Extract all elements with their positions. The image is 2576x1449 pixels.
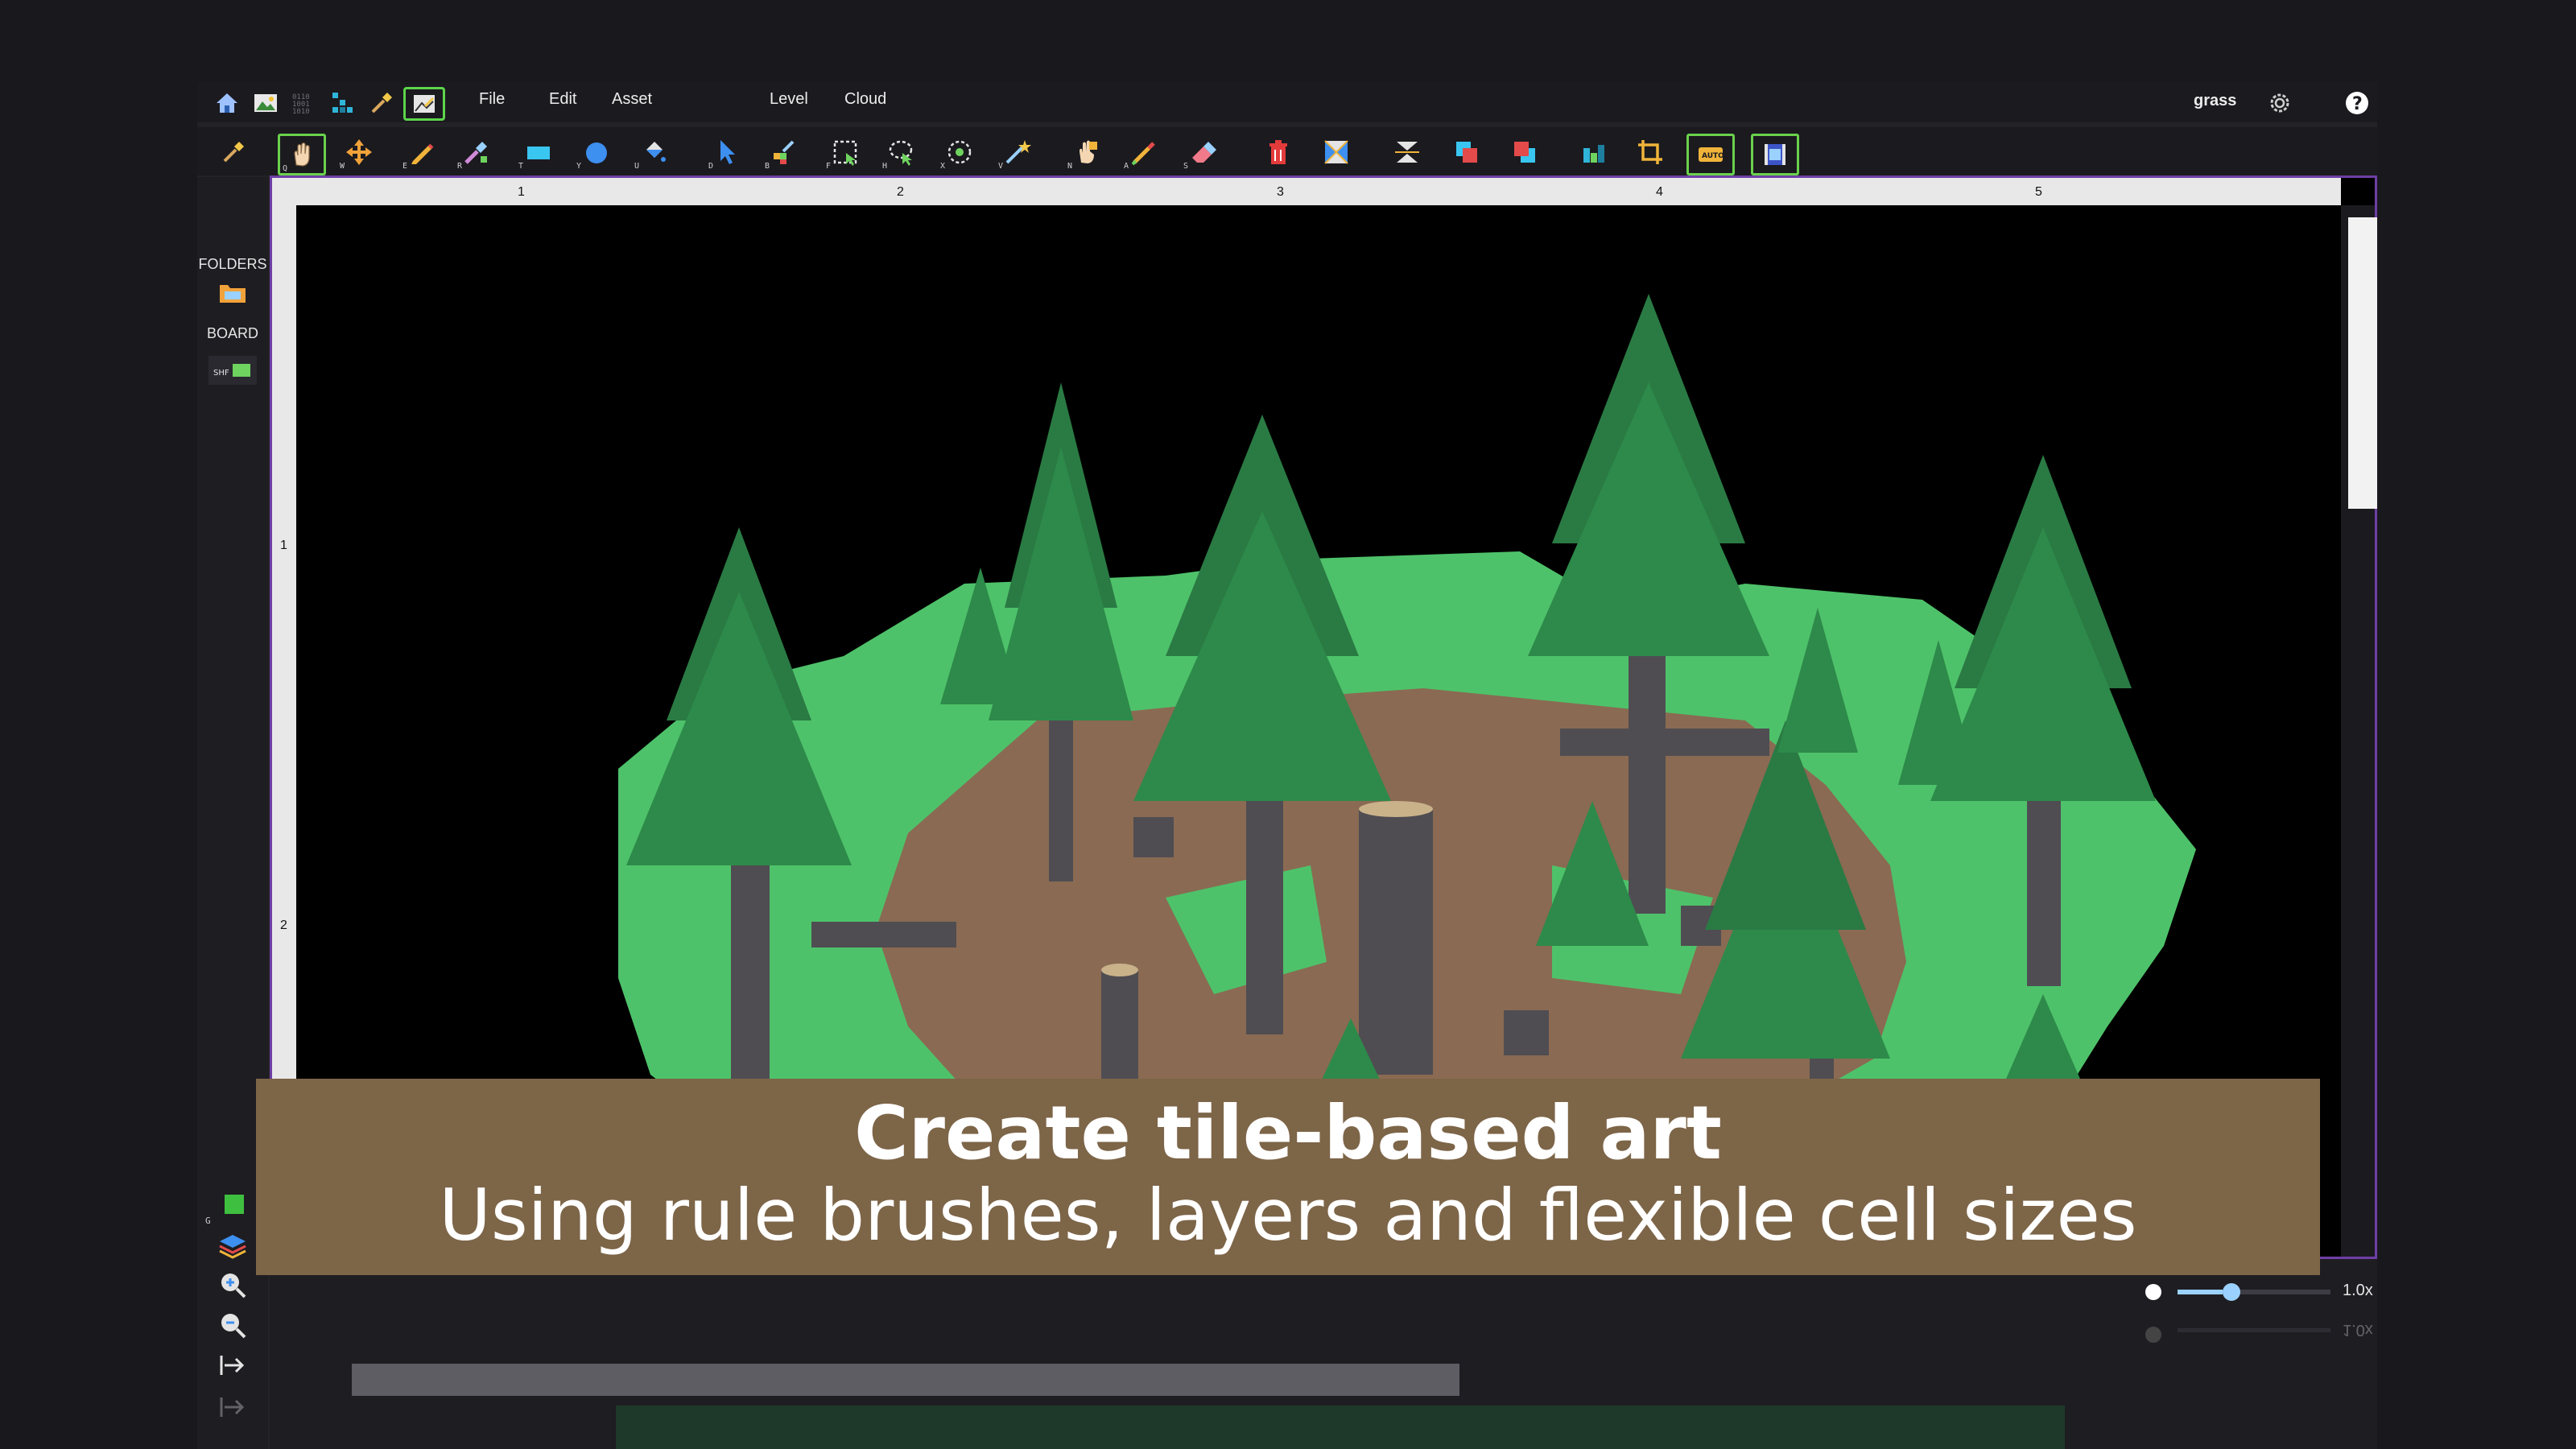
tile-stamp-tool-shortcut: B — [765, 162, 770, 171]
home-icon[interactable] — [208, 89, 246, 117]
pencil-tool-shortcut: E — [402, 162, 408, 171]
level-editor-icon[interactable] — [403, 87, 445, 121]
board-label: BOARD — [206, 325, 258, 341]
rectangle-tool-shortcut: T — [518, 162, 524, 171]
settings-gear-icon[interactable] — [2261, 89, 2298, 117]
ruler-top-5: 5 — [2035, 185, 2042, 199]
circle-select-tool[interactable]: X — [938, 134, 981, 171]
ruler-top-3: 3 — [1277, 185, 1284, 199]
tool-bar: Q W E R T Y U D B F H X V N A S AUTO — [197, 127, 2377, 175]
menu-bar: 0110 1001 1010 File Edit Asset Level Cloud… — [197, 82, 2377, 122]
svg-text:?: ? — [2352, 94, 2363, 114]
menu-file[interactable]: File — [479, 90, 505, 109]
help-icon[interactable]: ? — [2339, 89, 2376, 117]
ruler-top-4: 4 — [1656, 185, 1663, 199]
rule-brush-tool-shortcut: R — [457, 162, 463, 171]
lasso-select-tool-shortcut: H — [882, 162, 888, 171]
transparency-grid-icon[interactable] — [1315, 134, 1358, 171]
brush-tool-icon[interactable] — [363, 89, 400, 117]
ruler-left-2: 2 — [280, 919, 287, 932]
flip-vertical-icon[interactable] — [1385, 134, 1429, 171]
folders-label: FOLDERS — [198, 256, 267, 272]
circle-select-tool-shortcut: X — [940, 162, 946, 171]
expand-panel-icon-reflection — [217, 1394, 249, 1420]
menu-level[interactable]: Level — [770, 90, 808, 109]
zoom-slider-fill — [2178, 1290, 2223, 1294]
expand-panel-icon[interactable] — [217, 1352, 249, 1378]
zoom-level: 1.0x — [2343, 1282, 2373, 1299]
eraser-tool-shortcut: S — [1183, 162, 1189, 171]
zoom-slider-track[interactable] — [2178, 1290, 2330, 1294]
layers-stack-icon[interactable] — [217, 1230, 249, 1262]
magic-wand-tool-shortcut: V — [998, 162, 1004, 171]
ruler-top-2: 2 — [897, 185, 904, 199]
tiles-icon[interactable] — [324, 89, 361, 117]
zoom-slider-min-icon — [2145, 1284, 2161, 1300]
svg-text:1010: 1010 — [292, 108, 310, 116]
marquee-select-tool[interactable]: F — [824, 134, 867, 171]
layer-film-icon[interactable] — [1751, 134, 1799, 175]
svg-text:AUTO: AUTO — [1702, 152, 1724, 160]
banner-subtitle: Using rule brushes, layers and flexible … — [439, 1174, 2137, 1257]
image-icon[interactable] — [247, 89, 284, 117]
promo-banner: Create tile-based art Using rule brushes… — [256, 1079, 2320, 1275]
select-pointer-tool-shortcut: D — [708, 162, 714, 171]
magic-wand-tool[interactable]: V — [996, 134, 1039, 171]
hand-tool[interactable]: Q — [278, 134, 326, 175]
marquee-select-tool-shortcut: F — [826, 162, 832, 171]
rule-brush-tool[interactable]: R — [455, 134, 498, 171]
vertical-scrollbar-thumb[interactable] — [2348, 217, 2377, 509]
zoom-in-icon[interactable] — [218, 1270, 247, 1299]
banner-title: Create tile-based art — [854, 1090, 1722, 1176]
fill-bucket-tool-shortcut: U — [634, 162, 640, 171]
menu-edit[interactable]: Edit — [549, 90, 576, 109]
lasso-select-tool[interactable]: H — [880, 134, 923, 171]
paint-brush-tool[interactable]: A — [1121, 134, 1165, 171]
tile-stamp-tool[interactable]: B — [762, 134, 806, 171]
color-picker-tool-shortcut: N — [1067, 162, 1073, 171]
layer-shortcut-key: G — [205, 1216, 211, 1226]
hand-tool-shortcut: Q — [283, 164, 288, 173]
fill-bucket-tool[interactable]: U — [632, 134, 675, 171]
binary-icon[interactable]: 0110 1001 1010 — [286, 89, 323, 117]
layer-down-icon[interactable] — [1503, 134, 1546, 171]
paint-brush-tool-shortcut: A — [1124, 162, 1129, 171]
canvas-reflection — [616, 1406, 2065, 1449]
auto-tile-toggle-icon[interactable]: AUTO — [1686, 134, 1735, 175]
brush-settings-icon[interactable] — [212, 134, 255, 171]
zoom-slider-reflection-track — [2178, 1328, 2330, 1332]
folder-icon[interactable] — [218, 280, 247, 304]
zoom-out-icon[interactable] — [218, 1311, 247, 1340]
active-brush-name: grass — [2194, 92, 2237, 109]
zoom-slider-handle[interactable] — [2223, 1283, 2240, 1301]
ruler-left-1: 1 — [280, 539, 287, 552]
layer-up-icon[interactable] — [1445, 134, 1488, 171]
zoom-level-reflection: 1.0x — [2343, 1321, 2373, 1339]
layer-color-swatch[interactable] — [225, 1195, 244, 1214]
ruler-top: 1 2 3 4 5 — [272, 178, 2341, 205]
ruler-top-1: 1 — [518, 185, 525, 199]
tile-map-icon[interactable] — [1572, 134, 1616, 171]
move-tool-shortcut: W — [340, 162, 345, 171]
menu-cloud[interactable]: Cloud — [844, 90, 886, 109]
crop-icon[interactable] — [1629, 134, 1672, 171]
rectangle-tool[interactable]: T — [516, 134, 559, 171]
ellipse-tool-shortcut: Y — [576, 162, 582, 171]
delete-trash-icon[interactable] — [1257, 134, 1300, 171]
eraser-tool[interactable]: S — [1181, 134, 1224, 171]
zoom-slider-reflection-icon — [2145, 1327, 2161, 1343]
board-thumbnail-icon[interactable]: SHF — [208, 356, 257, 385]
ellipse-tool[interactable]: Y — [574, 134, 617, 171]
menu-asset[interactable]: Asset — [612, 90, 652, 109]
color-picker-tool[interactable]: N — [1065, 134, 1108, 171]
select-pointer-tool[interactable]: D — [706, 134, 749, 171]
pencil-tool[interactable]: E — [400, 134, 444, 171]
svg-text:SHF: SHF — [213, 369, 229, 378]
horizontal-scrollbar-thumb[interactable] — [352, 1364, 1459, 1396]
move-tool[interactable]: W — [337, 134, 381, 171]
